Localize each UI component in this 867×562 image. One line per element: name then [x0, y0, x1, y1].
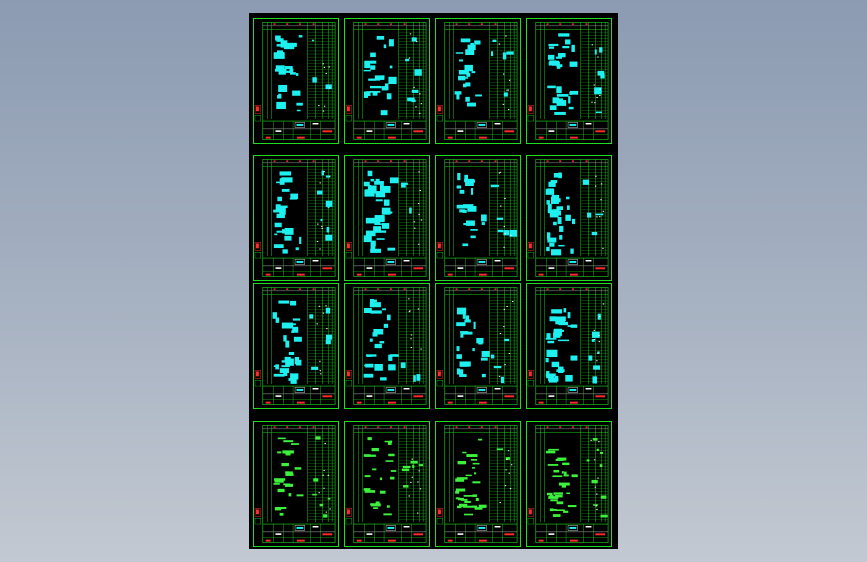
sheet-graphic [436, 159, 518, 277]
sheet-graphic [345, 159, 427, 277]
sheet-graphic [527, 159, 609, 277]
drawing-sheet-3 [435, 18, 521, 144]
drawing-sheet-6 [344, 155, 430, 281]
sheet-graphic [527, 22, 609, 140]
drawing-sheet-11 [435, 283, 521, 409]
drawing-sheet-13 [253, 421, 339, 547]
drawing-sheet-15 [435, 421, 521, 547]
cad-drawing-canvas[interactable] [249, 13, 618, 549]
drawing-sheet-10 [344, 283, 430, 409]
drawing-sheet-1 [253, 18, 339, 144]
drawing-sheet-7 [435, 155, 521, 281]
drawing-sheet-5 [253, 155, 339, 281]
sheet-graphic [254, 425, 336, 543]
sheet-graphic [436, 425, 518, 543]
sheet-graphic [527, 287, 609, 405]
drawing-sheet-2 [344, 18, 430, 144]
drawing-sheet-12 [526, 283, 612, 409]
drawing-sheet-4 [526, 18, 612, 144]
sheet-graphic [345, 287, 427, 405]
drawing-sheet-8 [526, 155, 612, 281]
sheet-graphic [254, 22, 336, 140]
drawing-sheet-9 [253, 283, 339, 409]
drawing-sheet-16 [526, 421, 612, 547]
sheet-graphic [436, 22, 518, 140]
sheet-graphic [527, 425, 609, 543]
sheet-graphic [254, 287, 336, 405]
sheet-graphic [436, 287, 518, 405]
sheet-graphic [254, 159, 336, 277]
drawing-sheet-14 [344, 421, 430, 547]
sheet-graphic [345, 22, 427, 140]
sheet-graphic [345, 425, 427, 543]
